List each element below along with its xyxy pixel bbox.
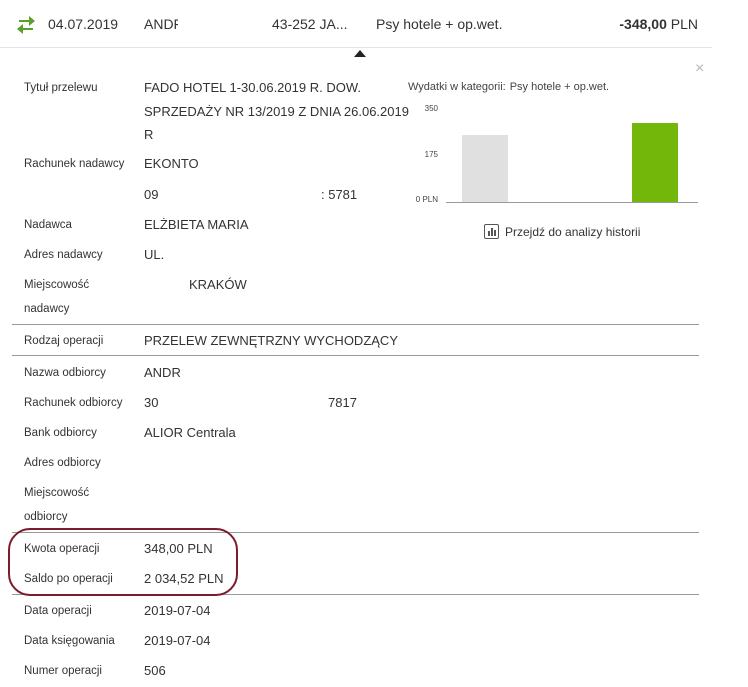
divider: [12, 324, 699, 325]
analysis-history-label: Przejdź do analizy historii: [505, 224, 641, 239]
recipient-name-label: Nazwa odbiorcy: [24, 367, 106, 379]
analysis-history-link[interactable]: Przejdź do analizy historii: [484, 224, 640, 239]
recipient-account-label: Rachunek odbiorcy: [24, 397, 123, 409]
sender-city-label-1: Miejscowość: [24, 279, 90, 291]
y-tick-label: 175: [424, 150, 438, 159]
sender-account-label: Rachunek nadawcy: [24, 158, 125, 170]
operation-number-label: Numer operacji: [24, 665, 102, 677]
transaction-amount-value: -348,00: [619, 16, 667, 32]
transaction-category: Psy hotele + op.wet.: [376, 16, 503, 32]
title-line-1: FADO HOTEL 1-30.06.2019 R. DOW.: [144, 80, 361, 95]
transfer-arrows-icon: [17, 16, 35, 34]
booking-date-label: Data księgowania: [24, 635, 115, 647]
x-axis: [446, 202, 698, 203]
close-icon[interactable]: ×: [695, 61, 704, 77]
sender-address-value: UL.: [144, 247, 165, 262]
recipient-bank-label: Bank odbiorcy: [24, 427, 97, 439]
recipient-name-value: ANDR: [144, 365, 181, 380]
operation-number-value: 506: [144, 663, 166, 678]
booking-date-value: 2019-07-04: [144, 633, 211, 648]
chart-bar: [632, 123, 678, 202]
sender-account-prefix: 09: [144, 187, 159, 202]
recipient-city-label-2: odbiorcy: [24, 511, 68, 523]
y-tick-label: 0 PLN: [415, 195, 438, 204]
recipient-address-label: Adres odbiorcy: [24, 457, 101, 469]
title-line-2: SPRZEDAŻY NR 13/2019 Z DNIA 26.06.2019: [144, 104, 409, 119]
recipient-bank-value: ALIOR Centrala: [144, 425, 236, 440]
operation-type-value: PRZELEW ZEWNĘTRZNY WYCHODZĄCY: [144, 333, 398, 348]
y-tick-label: 350: [424, 104, 438, 113]
transaction-account: 43-252 JA...: [272, 16, 348, 32]
title-label: Tytuł przelewu: [24, 82, 98, 94]
sender-city-value: KRAKÓW: [189, 277, 247, 292]
bar-chart-icon: [484, 224, 499, 239]
chart-title-category: Psy hotele + op.wet.: [509, 81, 610, 93]
recipient-account-prefix: 30: [144, 395, 159, 410]
operation-date-label: Data operacji: [24, 605, 92, 617]
operation-type-label: Rodzaj operacji: [24, 335, 104, 347]
transaction-date: 04.07.2019: [48, 16, 119, 32]
sender-city-label-2: nadawcy: [24, 303, 70, 315]
recipient-city-label-1: Miejscowość: [24, 487, 90, 499]
operation-date-value: 2019-07-04: [144, 603, 211, 618]
sender-account-name: EKONTO: [144, 156, 199, 171]
transaction-name: ANDF: [144, 16, 178, 32]
sender-label: Nadawca: [24, 219, 72, 231]
sender-address-label: Adres nadawcy: [24, 249, 103, 261]
transaction-amount: -348,00 PLN: [619, 16, 698, 32]
sender-account-suffix: : 5781: [321, 187, 358, 202]
sender-value: ELŻBIETA MARIA: [144, 217, 249, 232]
chart-title: Wydatki w kategorii: Psy hotele + op.wet.: [408, 81, 609, 93]
recipient-account-suffix: 7817: [328, 395, 357, 410]
highlight-ring: [8, 528, 238, 596]
transaction-row[interactable]: 04.07.2019 ANDF 43-252 JA... Psy hotele …: [0, 0, 712, 48]
chart-title-text: Wydatki w kategorii:: [408, 81, 506, 93]
chart-bar: [462, 135, 508, 202]
title-line-3: R: [144, 127, 154, 142]
transaction-currency: PLN: [670, 16, 698, 32]
details-caret: [354, 50, 366, 57]
divider: [12, 355, 699, 356]
